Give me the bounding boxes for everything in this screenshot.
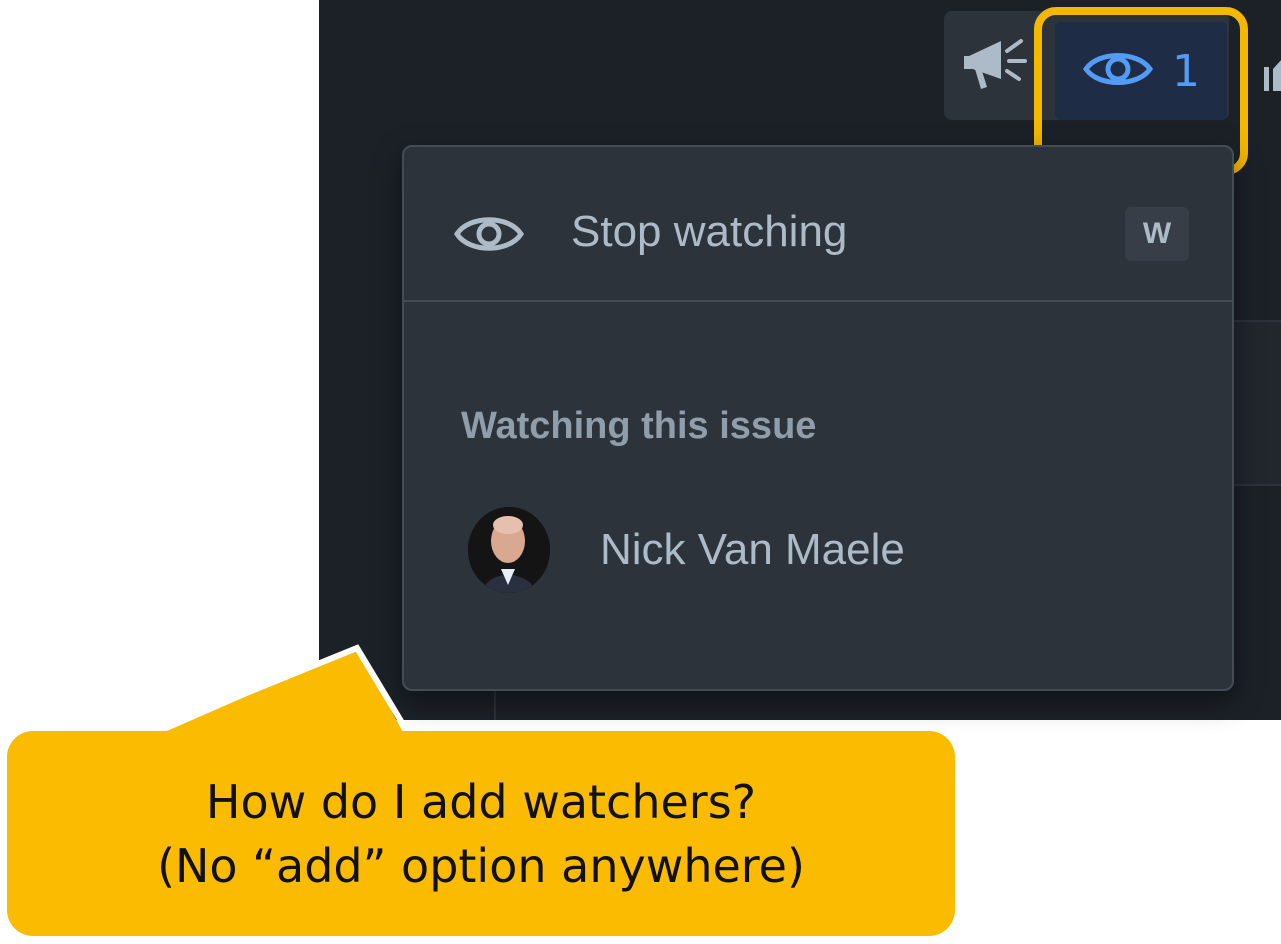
callout-line-2: (No “add” option anywhere) bbox=[157, 838, 805, 893]
section-heading: Watching this issue bbox=[461, 405, 817, 447]
announce-button[interactable] bbox=[944, 11, 1048, 120]
annotation-callout: How do I add watchers? (No “add” option … bbox=[7, 731, 955, 936]
callout-line-1: How do I add watchers? bbox=[205, 774, 757, 829]
watch-dropdown: Stop watching W Watching this issue Nick… bbox=[402, 145, 1234, 691]
divider-line bbox=[494, 688, 496, 720]
avatar bbox=[468, 507, 550, 593]
watcher-item[interactable]: Nick Van Maele bbox=[468, 507, 1168, 597]
stop-watching-item[interactable]: Stop watching W bbox=[404, 147, 1232, 302]
thumbs-up-icon[interactable] bbox=[1262, 55, 1281, 95]
eye-icon bbox=[454, 209, 524, 263]
side-panel-fragment bbox=[1232, 320, 1281, 486]
megaphone-icon bbox=[961, 31, 1031, 101]
watcher-name: Nick Van Maele bbox=[600, 525, 905, 574]
stop-watching-label: Stop watching bbox=[571, 207, 848, 256]
keyboard-shortcut: W bbox=[1125, 207, 1189, 261]
